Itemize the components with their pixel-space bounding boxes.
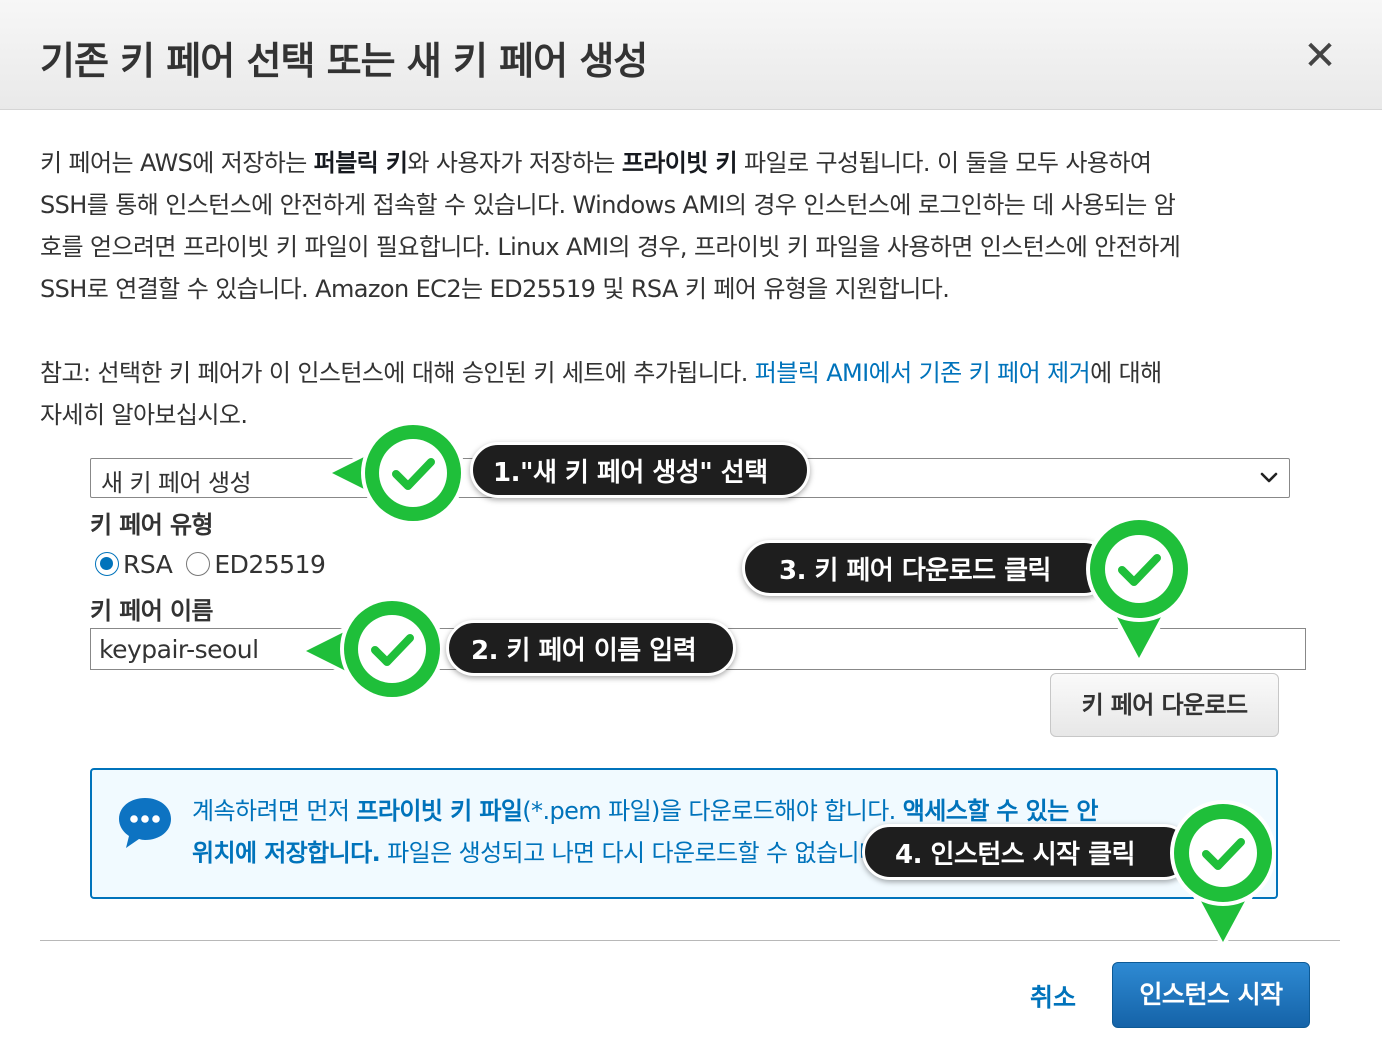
intro-line-1: 키 페어는 AWS에 저장하는 퍼블릭 키와 사용자가 저장하는 프라이빗 키 …	[40, 142, 1340, 184]
intro-line-3: 호를 얻으려면 프라이빗 키 파일이 필요합니다. Linux AMI의 경우,…	[40, 233, 1181, 261]
info-text: 계속하려면 먼저	[192, 797, 357, 825]
footer-divider	[40, 940, 1340, 941]
download-key-pair-button[interactable]: 키 페어 다운로드	[1050, 673, 1279, 737]
rsa-radio[interactable]	[95, 552, 119, 576]
key-pair-select-value: 새 키 페어 생성	[101, 469, 252, 497]
note-line-2: 자세히 알아보십시오.	[40, 401, 248, 429]
callout-4-check-icon	[1170, 800, 1276, 950]
ed25519-radio-label[interactable]: ED25519	[214, 550, 326, 579]
intro-private-key: 프라이빗 키	[621, 149, 738, 177]
info-private-key: 프라이빗 키 파일	[356, 797, 523, 825]
intro-text: 파일로 구성됩니다. 이 둘을 모두 사용하여	[736, 149, 1152, 177]
info-save-location: 액세스할 수 있는 안	[902, 797, 1099, 825]
callout-step-3: 3. 키 페어 다운로드 클릭	[742, 540, 1112, 596]
callout-step-3-text: 3. 키 페어 다운로드 클릭	[779, 556, 1051, 586]
launch-instances-button[interactable]: 인스턴스 시작	[1112, 962, 1310, 1028]
remove-key-pair-link[interactable]: 퍼블릭 AMI에서 기존 키 페어 제거	[755, 359, 1091, 387]
callout-step-2: 2. 키 페어 이름 입력	[446, 620, 736, 676]
chevron-down-icon	[1260, 472, 1278, 483]
info-text: 파일은 생성되고 나면 다시 다운로드할 수 없습니다.	[380, 839, 888, 867]
callout-1-check-icon	[326, 421, 465, 525]
rsa-radio-label[interactable]: RSA	[123, 550, 173, 579]
callout-step-1-text: 1."새 키 페어 생성" 선택	[493, 458, 768, 488]
callout-2-check-icon	[300, 597, 444, 701]
callout-step-4-text: 4. 인스턴스 시작 클릭	[895, 840, 1135, 870]
cancel-button[interactable]: 취소	[1030, 978, 1076, 1014]
close-icon[interactable]: ✕	[1300, 34, 1340, 78]
callout-step-2-text: 2. 키 페어 이름 입력	[471, 636, 697, 666]
intro-line-2: SSH를 통해 인스턴스에 안전하게 접속할 수 있습니다. Windows A…	[40, 191, 1176, 219]
intro-text: 와 사용자가 저장하는	[407, 149, 622, 177]
note-paragraph: 참고: 선택한 키 페어가 이 인스턴스에 대해 승인된 키 세트에 추가됩니다…	[40, 352, 1340, 436]
callout-step-1: 1."새 키 페어 생성" 선택	[470, 442, 810, 498]
note-text: 에 대해	[1090, 359, 1162, 387]
key-type-radio-group: RSA ED25519	[95, 548, 339, 580]
info-text: (*.pem 파일)을 다운로드해야 합니다.	[522, 797, 903, 825]
dialog-header: 기존 키 페어 선택 또는 새 키 페어 생성 ✕	[0, 0, 1382, 110]
key-type-label: 키 페어 유형	[90, 511, 214, 539]
key-name-label: 키 페어 이름	[90, 597, 214, 625]
intro-public-key: 퍼블릭 키	[313, 149, 408, 177]
ed25519-radio[interactable]	[186, 552, 211, 576]
note-line-1: 참고: 선택한 키 페어가 이 인스턴스에 대해 승인된 키 세트에 추가됩니다…	[40, 352, 1340, 394]
intro-line-4: SSH로 연결할 수 있습니다. Amazon EC2는 ED25519 및 R…	[40, 275, 950, 303]
note-text: 참고: 선택한 키 페어가 이 인스턴스에 대해 승인된 키 세트에 추가됩니다…	[40, 359, 755, 387]
intro-paragraph: 키 페어는 AWS에 저장하는 퍼블릭 키와 사용자가 저장하는 프라이빗 키 …	[40, 142, 1340, 310]
callout-3-check-icon	[1086, 516, 1192, 666]
callout-step-4: 4. 인스턴스 시작 클릭	[862, 824, 1192, 880]
info-save-location: 위치에 저장합니다.	[192, 839, 381, 867]
dialog-title: 기존 키 페어 선택 또는 새 키 페어 생성	[40, 39, 648, 83]
chat-bubble-icon	[119, 798, 171, 848]
intro-text: 키 페어는 AWS에 저장하는	[40, 149, 314, 177]
